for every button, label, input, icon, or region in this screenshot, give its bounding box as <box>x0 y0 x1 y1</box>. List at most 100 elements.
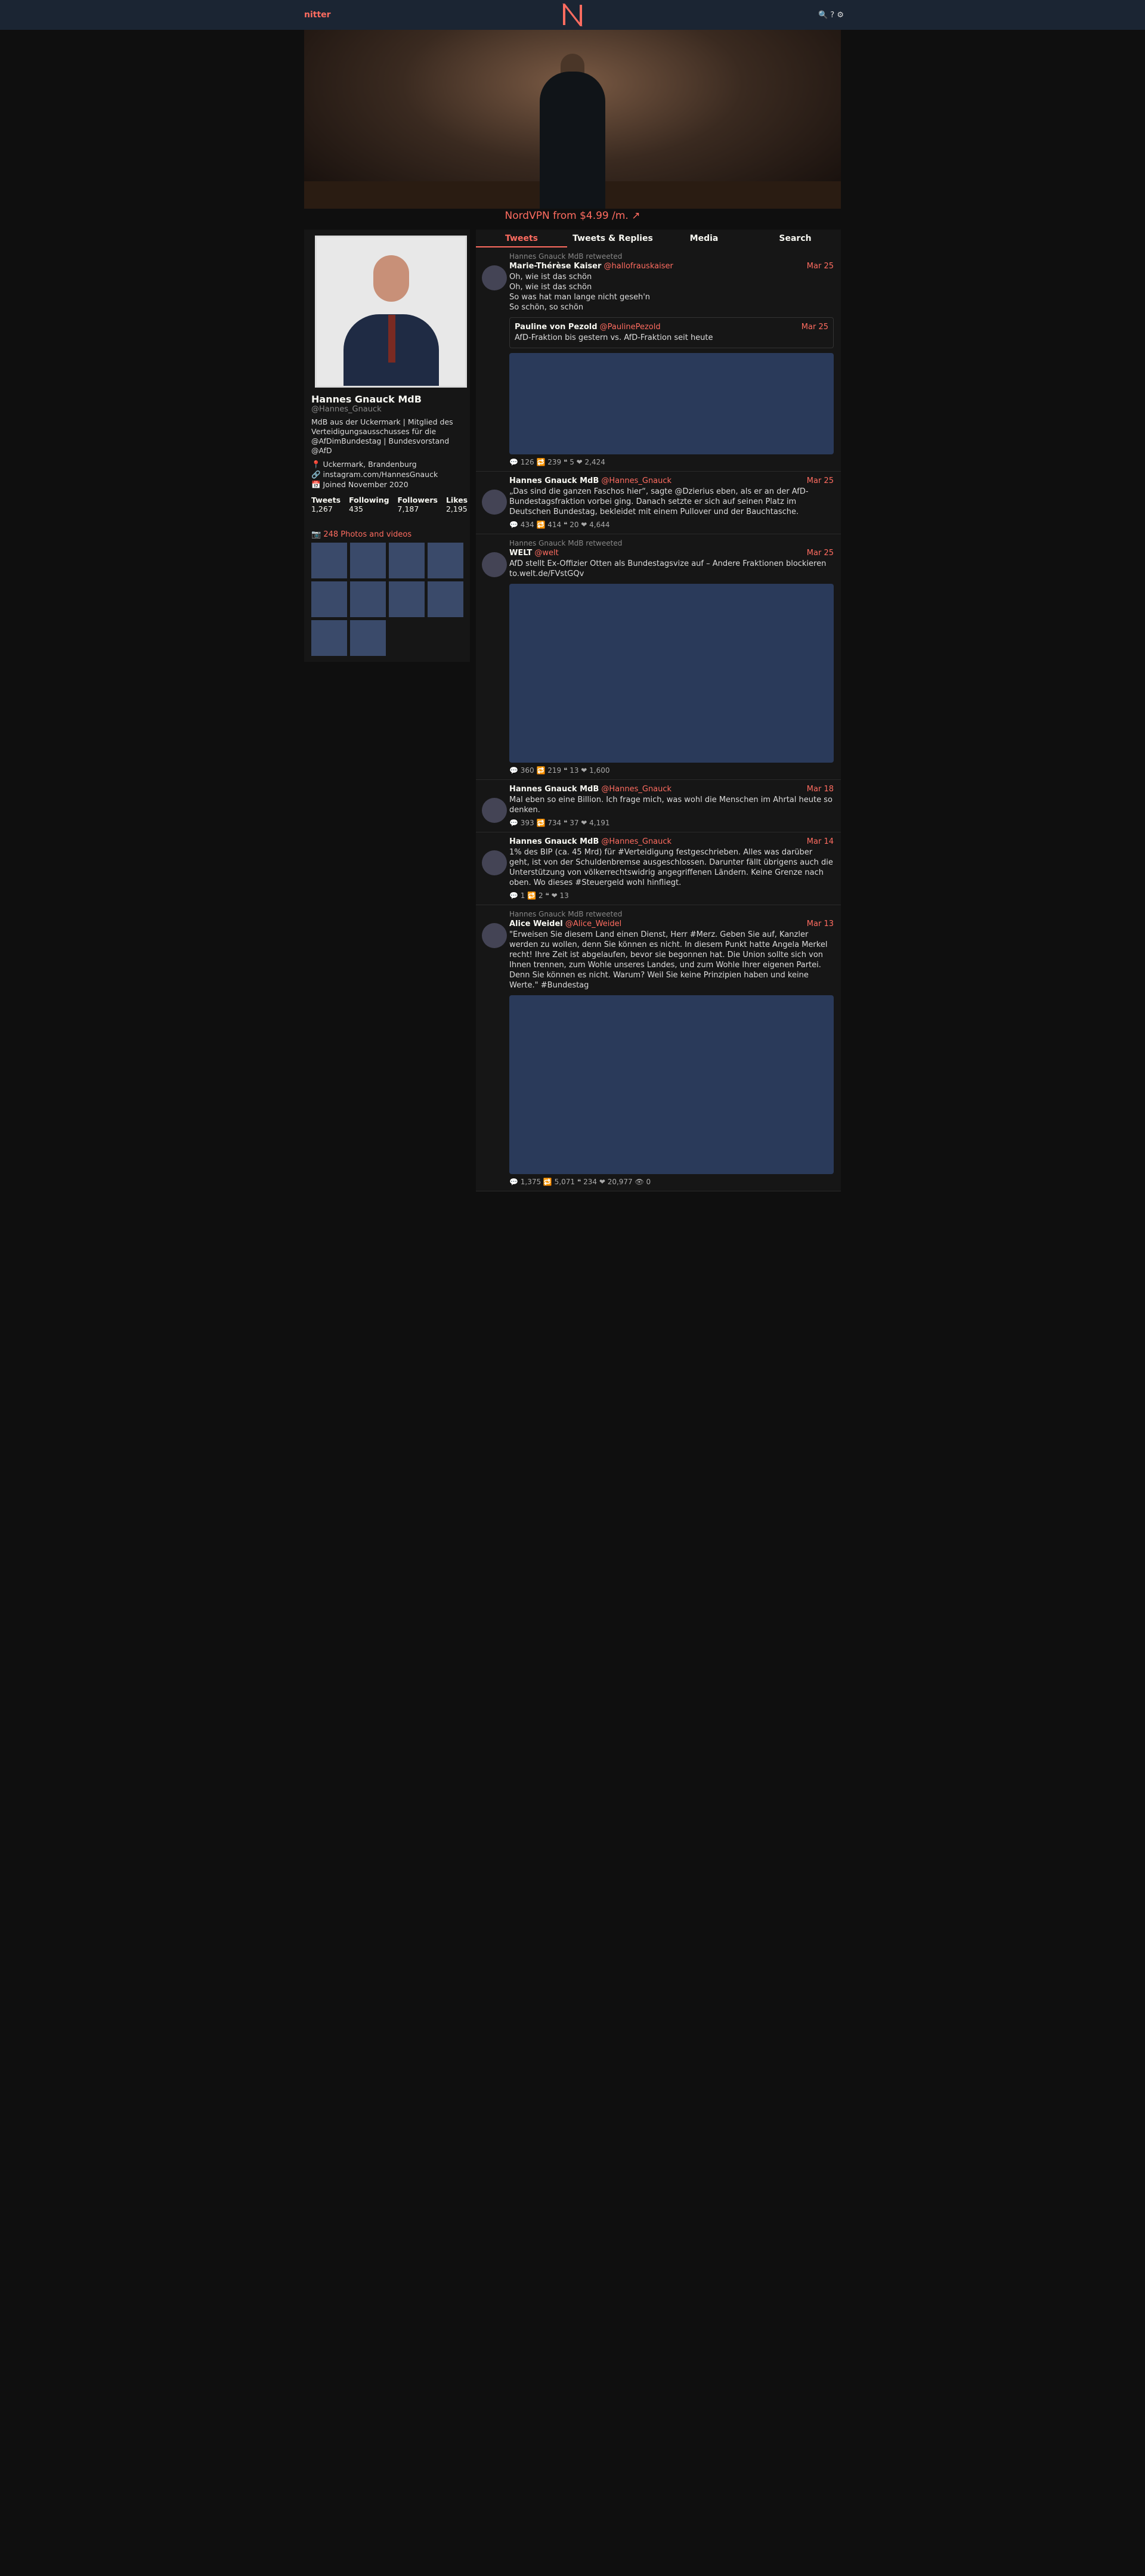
photo-thumb[interactable] <box>350 543 386 578</box>
profile-banner[interactable] <box>304 30 841 209</box>
photo-thumb[interactable] <box>311 620 347 656</box>
profile-sidebar: Hannes Gnauck MdB @Hannes_Gnauck MdB aus… <box>304 230 470 662</box>
tweet-author-handle[interactable]: @Hannes_Gnauck <box>601 476 671 485</box>
tab-replies[interactable]: Tweets & Replies <box>567 230 658 247</box>
avatar-face <box>373 255 409 302</box>
tweet-date[interactable]: Mar 18 <box>807 785 834 794</box>
photo-thumb[interactable] <box>428 581 463 617</box>
stat-tweets: Tweets 1,267 <box>311 496 341 513</box>
photo-rail-title[interactable]: 📷 248 Photos and videos <box>311 530 463 539</box>
profile-avatar[interactable] <box>315 236 467 388</box>
tweet-author-handle[interactable]: @Alice_Weidel <box>565 919 621 928</box>
tweet[interactable]: Hannes Gnauck MdB @Hannes_Gnauck Mar 18 Ma… <box>476 780 841 832</box>
tweet-author-name[interactable]: Hannes Gnauck MdB <box>509 785 599 794</box>
tweet-author-handle[interactable]: @hallofrauskaiser <box>604 262 673 271</box>
nitter-logo[interactable] <box>563 5 582 25</box>
tweet[interactable]: Hannes Gnauck MdB retweeted WELT @welt Mar… <box>476 534 841 780</box>
tweet-header: Hannes Gnauck MdB @Hannes_Gnauck Mar 25 <box>509 476 834 485</box>
nav-icons[interactable]: 🔍 ? ⚙ <box>818 11 844 20</box>
photo-thumb[interactable] <box>389 543 425 578</box>
quote-author-name[interactable]: Pauline von Pezold <box>515 323 598 332</box>
tweet-avatar[interactable] <box>482 552 507 577</box>
tweet-date[interactable]: Mar 25 <box>807 549 834 558</box>
retweet-label: Hannes Gnauck MdB retweeted <box>509 252 623 261</box>
tweet-text: AfD stellt Ex-Offizier Otten als Bundest… <box>509 559 827 578</box>
stat-followers: Followers 7,187 <box>398 496 438 513</box>
tweet-media[interactable] <box>509 584 834 763</box>
tweet-avatar[interactable] <box>482 923 507 948</box>
tweet[interactable]: Hannes Gnauck MdB @Hannes_Gnauck Mar 25 „D… <box>476 472 841 534</box>
stat-label: Followers <box>397 496 438 504</box>
tweet-author-name[interactable]: Marie-Thérèse Kaiser <box>509 262 601 271</box>
tweet-date[interactable]: Mar 14 <box>807 837 834 846</box>
tweet-stats[interactable]: 💬 360 🔁 219 ❝ 13 ❤ 1,600 <box>509 766 834 775</box>
promo-link[interactable]: NordVPN from $4.99 /m. ↗ <box>304 210 841 222</box>
photo-thumb[interactable] <box>428 543 463 578</box>
tweet-author-name[interactable]: Hannes Gnauck MdB <box>509 837 599 846</box>
tweet-media[interactable] <box>509 353 834 454</box>
tweet-media[interactable] <box>509 995 834 1174</box>
photo-thumb[interactable] <box>389 581 425 617</box>
tweet[interactable]: Hannes Gnauck MdB retweeted Alice Weidel … <box>476 905 841 1191</box>
tweet-stats[interactable]: 💬 1 🔁 2 ❝ ❤ 13 <box>509 891 834 900</box>
profile-handle[interactable]: @Hannes_Gnauck <box>311 405 463 414</box>
tweet-list: Hannes Gnauck MdB retweeted Marie-Thérèse… <box>476 247 841 1191</box>
quote-header: Pauline von Pezold @PaulinePezold Mar 25 <box>515 323 828 332</box>
profile-name[interactable]: Hannes Gnauck MdB <box>311 394 463 405</box>
tweet-stats[interactable]: 💬 434 🔁 414 ❝ 20 ❤ 4,644 <box>509 521 834 529</box>
quote-author-handle[interactable]: @PaulinePezold <box>600 323 661 332</box>
profile-location: 📍 Uckermark, Brandenburg <box>311 460 417 469</box>
tweet-author-handle[interactable]: @Hannes_Gnauck <box>601 785 671 794</box>
banner-speaker <box>540 72 605 209</box>
tweet-author-name[interactable]: Hannes Gnauck MdB <box>509 476 599 485</box>
stat-label: Tweets <box>311 496 341 504</box>
tweet-author-handle[interactable]: @Hannes_Gnauck <box>601 837 671 846</box>
tab-media[interactable]: Media <box>658 230 750 247</box>
tweet-text: "Erweisen Sie diesem Land einen Dienst, … <box>509 930 828 990</box>
avatar-tie <box>388 315 395 363</box>
tweet-text: Oh, wie ist das schön Oh, wie ist das sc… <box>509 273 651 312</box>
stat-label: Following <box>349 496 389 504</box>
tweet-date[interactable]: Mar 13 <box>807 919 834 928</box>
tweet-header: Hannes Gnauck MdB @Hannes_Gnauck Mar 14 <box>509 837 834 846</box>
quote-date[interactable]: Mar 25 <box>802 323 828 332</box>
tweet-date[interactable]: Mar 25 <box>807 476 834 485</box>
tweet-stats[interactable]: 💬 1,375 🔁 5,071 ❝ 234 ❤ 20,977 👁 0 <box>509 1178 834 1186</box>
tab-search[interactable]: Search <box>750 230 841 247</box>
stat-value: 2,195 <box>445 504 468 513</box>
tweet-text: 1% des BIP (ca. 45 Mrd) für #Verteidigun… <box>509 848 833 887</box>
stat-likes: Likes 2,195 <box>446 496 468 513</box>
tweet-avatar[interactable] <box>482 850 507 875</box>
photo-thumb[interactable] <box>350 581 386 617</box>
stat-following: Following 435 <box>349 496 389 513</box>
tweet-header: Hannes Gnauck MdB @Hannes_Gnauck Mar 18 <box>509 785 834 794</box>
tweet-author-name[interactable]: WELT <box>509 549 532 558</box>
profile-joined: 📅 Joined November 2020 <box>311 480 409 489</box>
tweet-header: WELT @welt Mar 25 <box>509 549 834 558</box>
tweet-author-handle[interactable]: @welt <box>534 549 558 558</box>
photo-thumb[interactable] <box>311 581 347 617</box>
tweet-stats[interactable]: 💬 126 🔁 239 ❝ 5 ❤ 2,424 <box>509 458 834 466</box>
photo-thumb[interactable] <box>350 620 386 656</box>
tweet[interactable]: Hannes Gnauck MdB retweeted Marie-Thérèse… <box>476 247 841 472</box>
tweet-stats[interactable]: 💬 393 🔁 734 ❝ 37 ❤ 4,191 <box>509 819 834 827</box>
photo-thumb[interactable] <box>311 543 347 578</box>
tweet-date[interactable]: Mar 25 <box>807 262 834 271</box>
tab-tweets[interactable]: Tweets <box>476 230 567 247</box>
profile-bio: MdB aus der Uckermark | Mitglied des Ver… <box>311 417 453 455</box>
brand-link[interactable]: nitter <box>304 10 331 20</box>
tweet-avatar[interactable] <box>482 265 507 290</box>
tweet-author-name[interactable]: Alice Weidel <box>509 919 563 928</box>
retweet-label: Hannes Gnauck MdB retweeted <box>509 910 623 918</box>
tweet-header: Marie-Thérèse Kaiser @hallofrauskaiser Ma… <box>509 262 834 271</box>
quoted-tweet[interactable]: Pauline von Pezold @PaulinePezold Mar 25 A… <box>509 317 834 348</box>
tweet-text: Mal eben so eine Billion. Ich frage mich… <box>509 795 833 815</box>
profile-website[interactable]: 🔗 instagram.com/HannesGnauck <box>311 469 463 479</box>
tweet[interactable]: Hannes Gnauck MdB @Hannes_Gnauck Mar 14 1%… <box>476 832 841 905</box>
profile-stats: Tweets 1,267 Following 435 Followers 7,187 … <box>311 496 468 513</box>
tweet-avatar[interactable] <box>482 490 507 515</box>
profile-card: Hannes Gnauck MdB @Hannes_Gnauck MdB aus… <box>304 230 470 519</box>
photo-rail: 📷 248 Photos and videos <box>304 524 470 662</box>
tweet-avatar[interactable] <box>482 798 507 823</box>
quote-text: AfD-Fraktion bis gestern vs. AfD-Fraktio… <box>515 333 713 342</box>
